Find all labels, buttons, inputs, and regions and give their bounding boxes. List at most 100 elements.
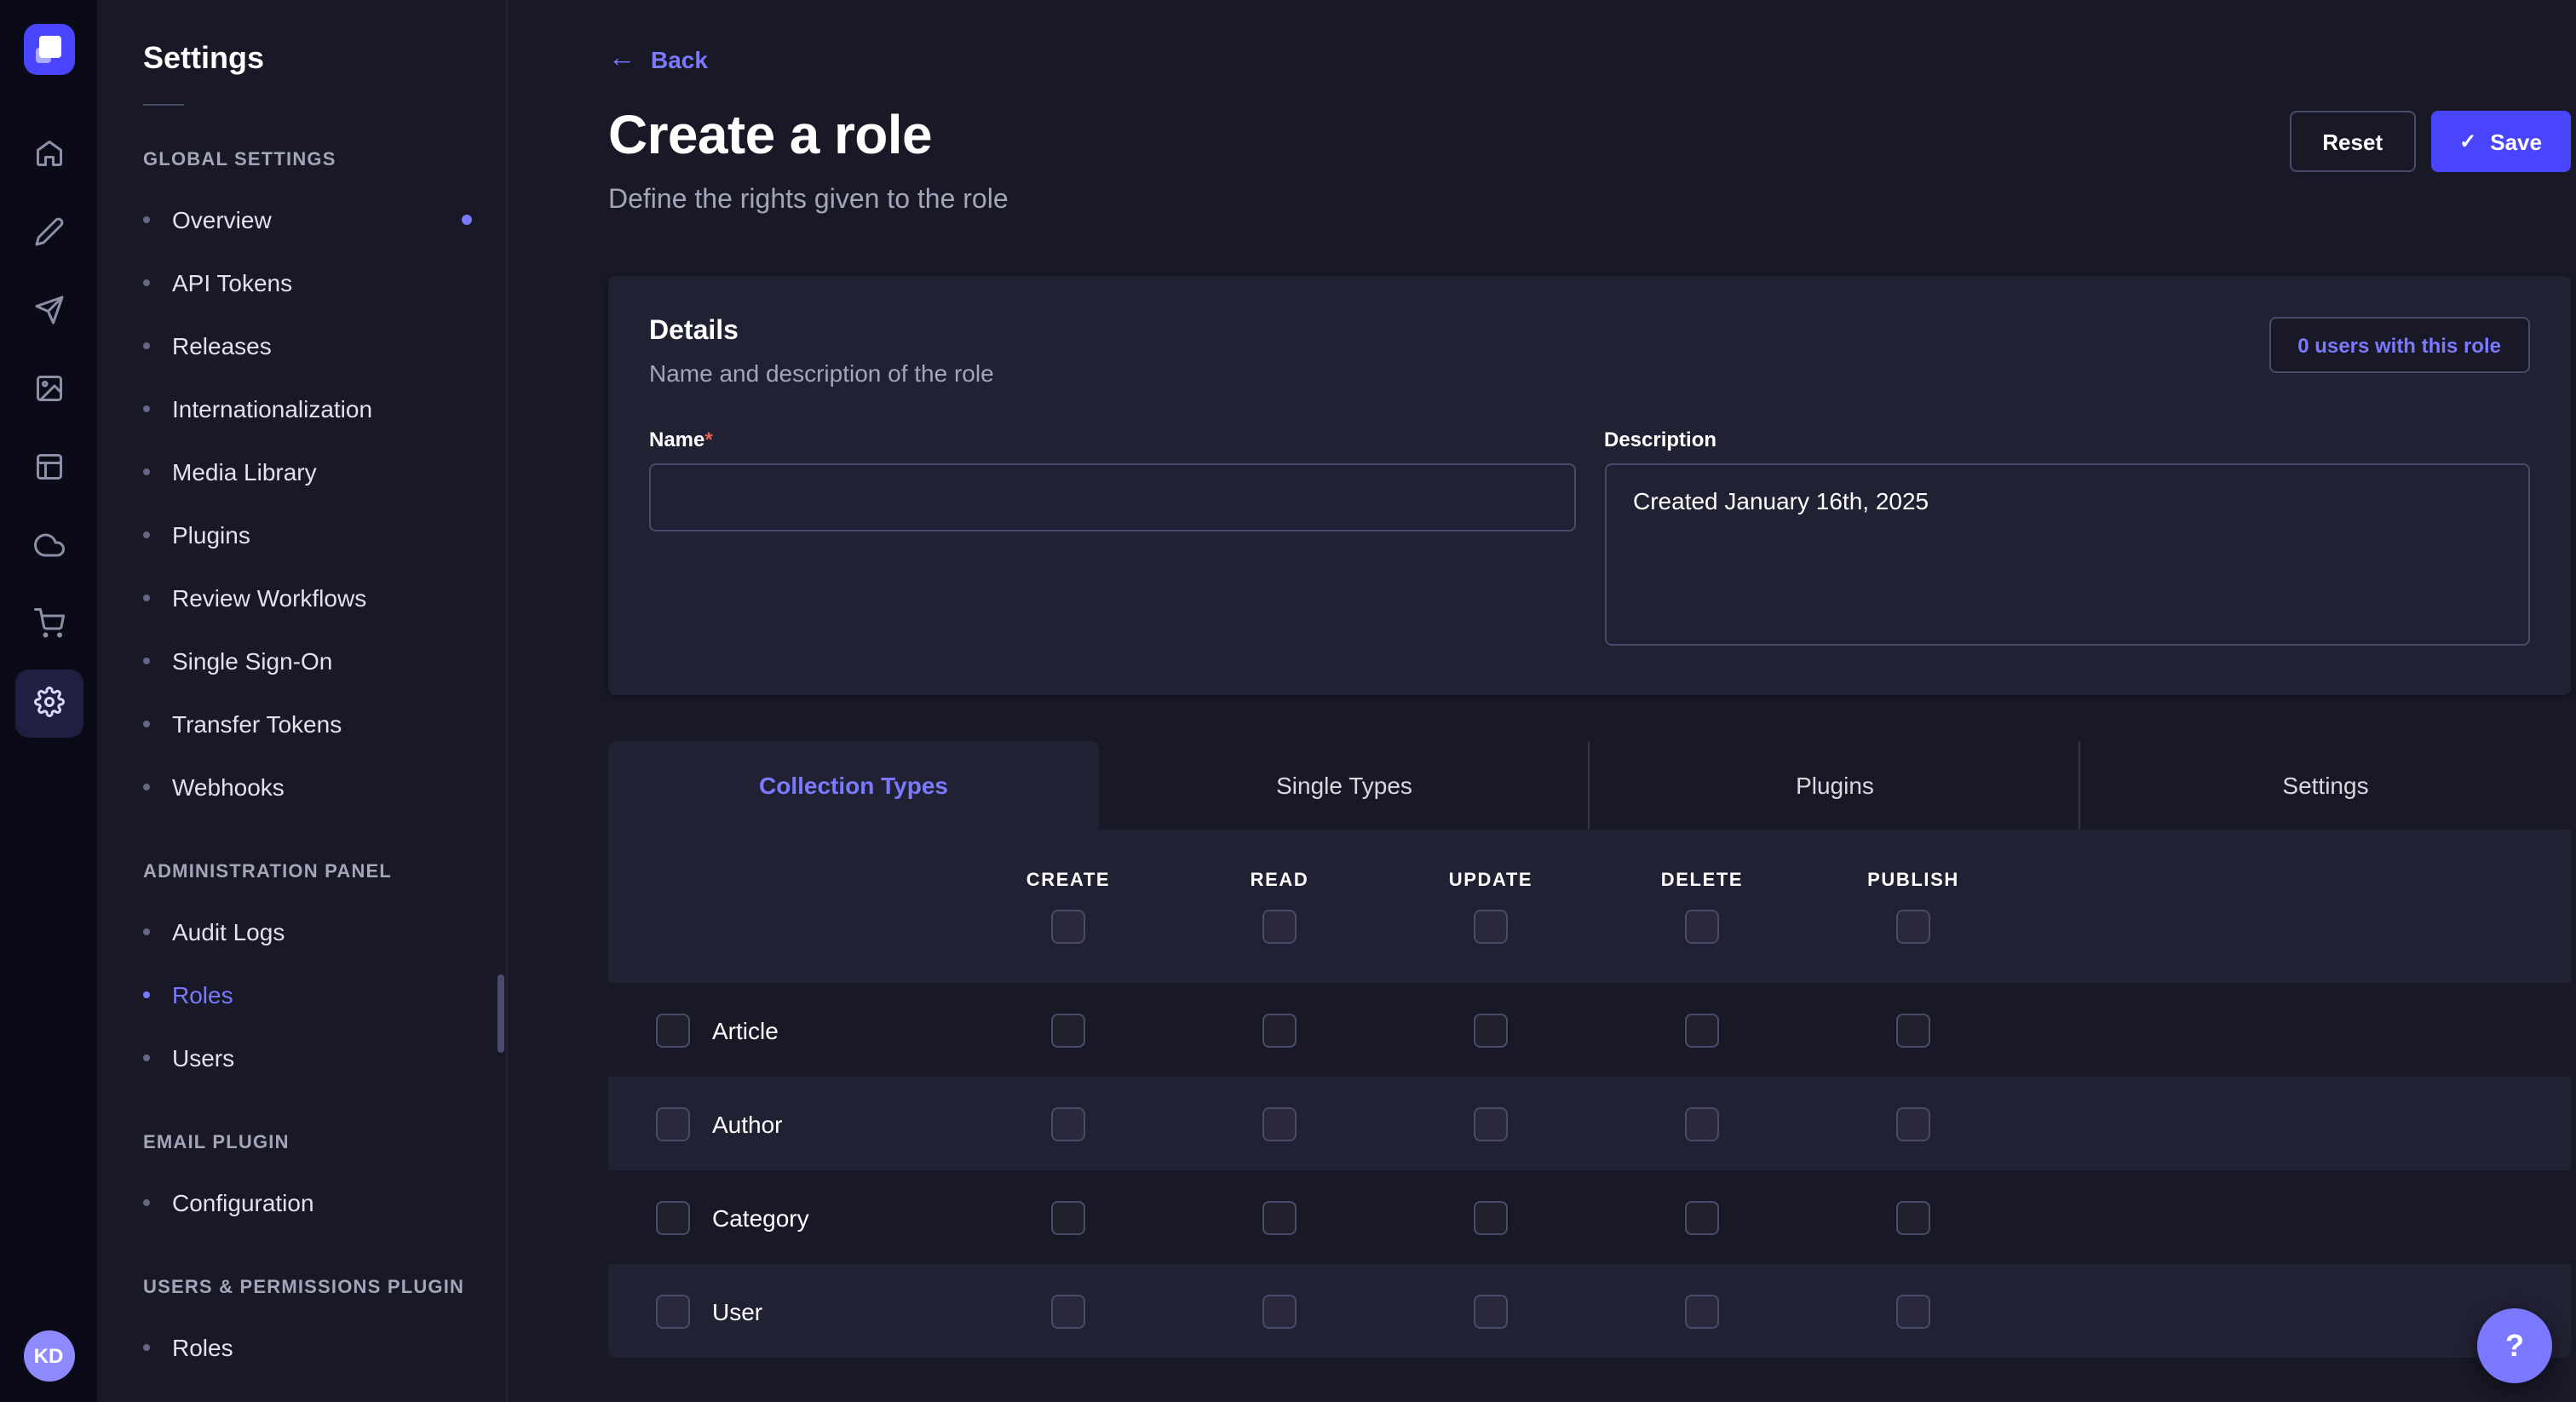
images-icon <box>33 372 64 408</box>
column-headers: CREATE READ UPDATE DELETE <box>608 871 2571 944</box>
create-checkbox[interactable] <box>1051 1013 1085 1047</box>
update-checkbox[interactable] <box>1474 1106 1508 1141</box>
sidebar-item-media-library[interactable]: Media Library <box>97 440 506 503</box>
sidebar-item-single-sign-on[interactable]: Single Sign-On <box>97 629 506 692</box>
row-select-checkbox[interactable] <box>656 1294 690 1328</box>
rail-item-releases[interactable] <box>14 278 83 346</box>
select-all-update-checkbox[interactable] <box>1474 910 1508 944</box>
read-checkbox[interactable] <box>1262 1106 1297 1141</box>
sidebar-item-overview[interactable]: Overview <box>97 187 506 250</box>
sidebar-item-transfer-tokens[interactable]: Transfer Tokens <box>97 692 506 755</box>
select-all-create-checkbox[interactable] <box>1051 910 1085 944</box>
delete-checkbox[interactable] <box>1685 1013 1719 1047</box>
main-content: ← Back Create a role Define the rights g… <box>508 0 2576 1402</box>
permissions-rows: Article Author <box>608 983 2571 1358</box>
select-all-read-checkbox[interactable] <box>1262 910 1297 944</box>
back-link[interactable]: ← Back <box>608 46 708 73</box>
content-type-label: User <box>712 1297 762 1324</box>
description-textarea[interactable]: Created January 16th, 2025 <box>1604 463 2530 646</box>
delete-checkbox[interactable] <box>1685 1200 1719 1234</box>
rail-item-content-type-builder[interactable] <box>14 434 83 503</box>
tab-collection-types[interactable]: Collection Types <box>608 741 1099 830</box>
sidebar-item-label: Overview <box>172 205 272 233</box>
column-label-create: CREATE <box>1026 871 1110 891</box>
rail-item-media-library[interactable] <box>14 356 83 424</box>
tab-single-types[interactable]: Single Types <box>1099 741 1590 830</box>
create-checkbox[interactable] <box>1051 1294 1085 1328</box>
publish-checkbox[interactable] <box>1896 1106 1930 1141</box>
delete-checkbox[interactable] <box>1685 1294 1719 1328</box>
column-publish: PUBLISH <box>1808 871 2019 944</box>
sidebar-item-label: Media Library <box>172 457 317 485</box>
pen-icon <box>33 215 64 251</box>
select-all-publish-checkbox[interactable] <box>1896 910 1930 944</box>
column-label-publish: PUBLISH <box>1867 871 1959 891</box>
read-checkbox[interactable] <box>1262 1294 1297 1328</box>
name-input[interactable] <box>649 463 1575 531</box>
page-header-text: Create a role Define the rights given to… <box>608 104 1009 216</box>
user-avatar[interactable]: KD <box>23 1330 74 1382</box>
publish-checkbox[interactable] <box>1896 1200 1930 1234</box>
row-select-checkbox[interactable] <box>656 1013 690 1047</box>
sidebar-item-api-tokens[interactable]: API Tokens <box>97 250 506 313</box>
notification-dot <box>462 214 472 224</box>
details-subtitle: Name and description of the role <box>649 359 994 387</box>
column-spacer <box>608 871 963 944</box>
settings-sidebar: Settings GLOBAL SETTINGS Overview API To… <box>97 0 508 1402</box>
read-checkbox[interactable] <box>1262 1013 1297 1047</box>
row-select-checkbox[interactable] <box>656 1106 690 1141</box>
sidebar-item-users[interactable]: Users <box>97 1026 506 1089</box>
tab-plugins[interactable]: Plugins <box>1590 741 2080 830</box>
tab-settings[interactable]: Settings <box>2080 741 2571 830</box>
permission-tabs: Collection Types Single Types Plugins Se… <box>608 741 2571 830</box>
users-with-role-button[interactable]: 0 users with this role <box>2268 317 2530 373</box>
update-checkbox[interactable] <box>1474 1013 1508 1047</box>
bullet-icon <box>143 1054 150 1060</box>
row-select-checkbox[interactable] <box>656 1200 690 1234</box>
sidebar-item-review-workflows[interactable]: Review Workflows <box>97 566 506 629</box>
strapi-logo[interactable] <box>23 24 74 75</box>
sidebar-item-releases[interactable]: Releases <box>97 313 506 376</box>
update-checkbox[interactable] <box>1474 1294 1508 1328</box>
create-checkbox[interactable] <box>1051 1106 1085 1141</box>
sidebar-item-internationalization[interactable]: Internationalization <box>97 376 506 440</box>
sidebar-item-label: Configuration <box>172 1188 314 1215</box>
content-type-label: Category <box>712 1204 809 1231</box>
content-type-label: Article <box>712 1016 779 1043</box>
row-lead: Author <box>608 1106 963 1141</box>
publish-checkbox[interactable] <box>1896 1294 1930 1328</box>
update-checkbox[interactable] <box>1474 1200 1508 1234</box>
sidebar-scrollbar-thumb[interactable] <box>497 974 504 1053</box>
table-row-author: Author <box>608 1077 2571 1170</box>
help-button[interactable]: ? <box>2477 1308 2552 1383</box>
rail-item-content-manager[interactable] <box>14 199 83 267</box>
sidebar-item-label: Releases <box>172 331 272 359</box>
rail-item-deploy[interactable] <box>14 513 83 581</box>
sidebar-item-roles[interactable]: Roles <box>97 962 506 1026</box>
bullet-icon <box>143 1198 150 1205</box>
row-lead: User <box>608 1294 963 1328</box>
sidebar-item-webhooks[interactable]: Webhooks <box>97 755 506 818</box>
bullet-icon <box>143 928 150 934</box>
save-button[interactable]: ✓ Save <box>2430 111 2571 172</box>
reset-button[interactable]: Reset <box>2290 111 2415 172</box>
create-checkbox[interactable] <box>1051 1200 1085 1234</box>
sidebar-item-configuration[interactable]: Configuration <box>97 1170 506 1233</box>
sidebar-item-label: Audit Logs <box>172 917 285 945</box>
rail-item-home[interactable] <box>14 121 83 189</box>
sidebar-item-audit-logs[interactable]: Audit Logs <box>97 899 506 962</box>
details-card-titles: Details Name and description of the role <box>649 317 994 387</box>
details-title: Details <box>649 317 994 348</box>
delete-checkbox[interactable] <box>1685 1106 1719 1141</box>
publish-checkbox[interactable] <box>1896 1013 1930 1047</box>
read-checkbox[interactable] <box>1262 1200 1297 1234</box>
sidebar-item-providers[interactable]: Providers <box>97 1378 506 1402</box>
sidebar-item-label: Webhooks <box>172 773 285 800</box>
column-label-read: READ <box>1251 871 1309 891</box>
rail-item-marketplace[interactable] <box>14 591 83 659</box>
sidebar-item-up-roles[interactable]: Roles <box>97 1315 506 1378</box>
sidebar-item-plugins[interactable]: Plugins <box>97 503 506 566</box>
rail-item-settings[interactable] <box>14 669 83 738</box>
select-all-delete-checkbox[interactable] <box>1685 910 1719 944</box>
back-label: Back <box>651 46 708 73</box>
